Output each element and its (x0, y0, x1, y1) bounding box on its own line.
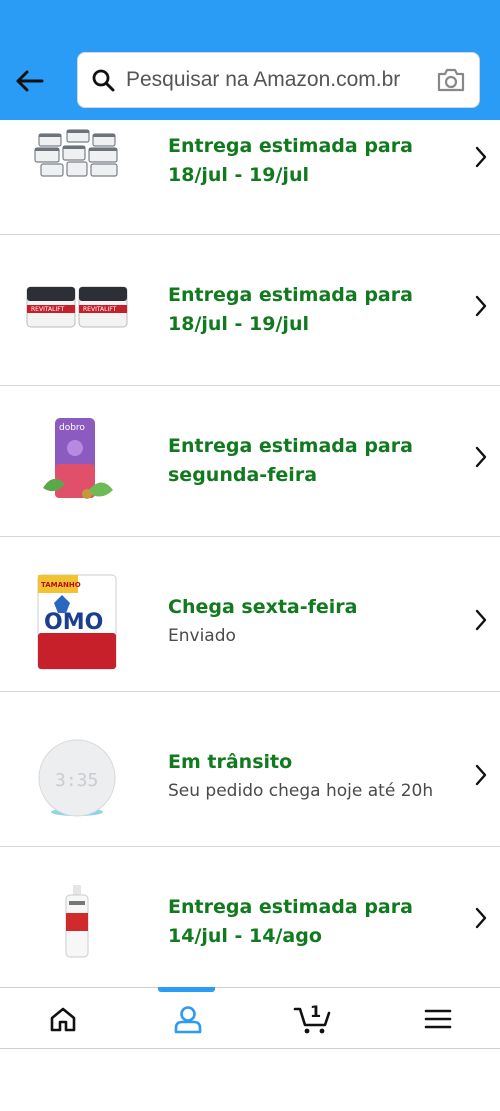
delivery-eta: Seu pedido chega hoje até 20h (168, 781, 434, 801)
chevron-right-icon (470, 762, 492, 788)
top-bar (0, 0, 500, 120)
nav-account[interactable] (125, 988, 250, 1050)
account-icon (174, 1006, 201, 1034)
menu-icon (424, 1009, 451, 1029)
svg-text:OMO: OMO (44, 610, 103, 635)
product-image-shampoo (22, 883, 132, 963)
order-row[interactable]: Entrega estimada para 14/jul - 14/ago (0, 847, 500, 988)
search-input[interactable] (126, 53, 435, 107)
delivery-status: Entrega estimada para 14/jul - 14/ago (168, 896, 413, 947)
nav-home[interactable] (0, 988, 125, 1050)
camera-icon[interactable] (435, 64, 467, 96)
back-button[interactable] (12, 64, 46, 98)
delivery-status: Entrega estimada para 18/jul - 19/jul (168, 284, 413, 335)
chevron-right-icon (470, 293, 492, 319)
nav-menu[interactable] (375, 988, 500, 1050)
order-row[interactable]: 3:35 Em trânsito Seu pedido chega hoje a… (0, 692, 500, 847)
chevron-right-icon (470, 607, 492, 633)
bottom-nav: 1 (0, 987, 500, 1049)
search-box[interactable] (77, 52, 480, 108)
delivery-status: Entrega estimada para 18/jul - 19/jul (168, 135, 413, 186)
svg-text:REVITALIFT: REVITALIFT (31, 306, 65, 313)
product-image-omo-detergent: TAMANHO OMO (22, 573, 132, 671)
search-icon (90, 67, 116, 93)
delivery-status: Chega sexta-feira (168, 596, 358, 618)
svg-text:REVITALIFT: REVITALIFT (83, 306, 117, 313)
product-image-revitalift: REVITALIFT REVITALIFT (22, 281, 132, 335)
shipment-status: Enviado (168, 626, 236, 646)
chevron-right-icon (470, 905, 492, 931)
svg-text:TAMANHO: TAMANHO (41, 581, 81, 589)
product-image-dobro-supplement: dobro (22, 414, 132, 506)
svg-text:3:35: 3:35 (55, 770, 98, 791)
order-row[interactable]: dobro Entrega estimada para segunda-feir… (0, 386, 500, 537)
orders-list: Entrega estimada para 18/jul - 19/jul RE… (0, 120, 500, 988)
chevron-right-icon (470, 444, 492, 470)
product-image-food-containers (22, 120, 132, 180)
cart-count-badge: 1 (310, 1002, 322, 1021)
chevron-right-icon (470, 144, 492, 170)
nav-cart[interactable]: 1 (250, 988, 375, 1050)
delivery-status: Entrega estimada para segunda-feira (168, 435, 413, 486)
home-icon (50, 1007, 75, 1032)
svg-text:dobro: dobro (59, 423, 85, 433)
order-row[interactable]: Entrega estimada para 18/jul - 19/jul (0, 120, 500, 235)
delivery-status: Em trânsito (168, 751, 293, 773)
order-row[interactable]: REVITALIFT REVITALIFT Entrega estimada p… (0, 235, 500, 386)
order-row[interactable]: TAMANHO OMO Chega sexta-feira Enviado (0, 537, 500, 692)
back-arrow-icon (16, 70, 44, 92)
product-image-echo-dot: 3:35 (22, 736, 132, 820)
